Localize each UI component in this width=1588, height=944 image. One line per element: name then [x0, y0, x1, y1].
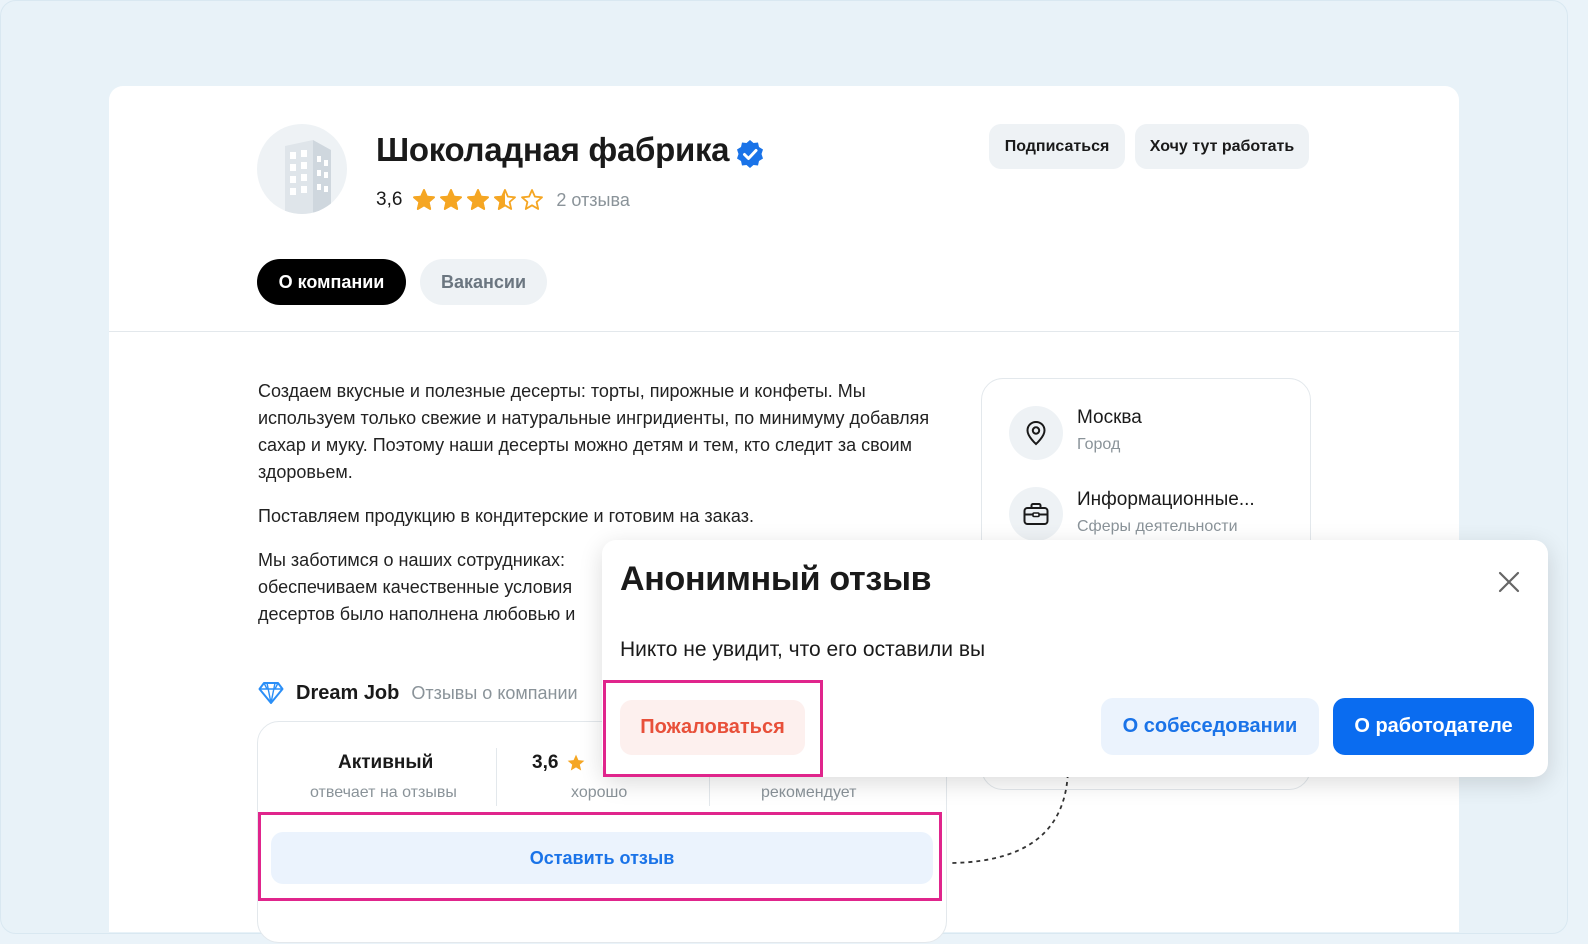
city-title: Москва	[1077, 407, 1142, 428]
about-interview-button[interactable]: О собеседовании	[1101, 698, 1319, 755]
description-paragraph: Создаем вкусные и полезные десерты: торт…	[258, 381, 930, 482]
about-employer-button[interactable]: О работодателе	[1333, 698, 1534, 755]
city-subtitle: Город	[1077, 436, 1121, 453]
star-icon	[467, 189, 490, 210]
stat-rating-value: 3,6	[532, 752, 559, 773]
location-pin-icon	[1009, 406, 1063, 460]
industry-title: Информационные...	[1077, 489, 1255, 510]
stat-rating-label: хорошо	[571, 784, 628, 801]
stat-rating: 3,6	[532, 752, 586, 774]
rating-value: 3,6	[376, 189, 403, 210]
briefcase-icon	[1009, 487, 1063, 541]
company-name: Шоколадная фабрика	[376, 131, 730, 168]
modal-title: Анонимный отзыв	[620, 560, 932, 598]
subscribe-button[interactable]: Подписаться	[989, 124, 1125, 169]
tab-about-company[interactable]: О компании	[257, 259, 406, 305]
modal-text: Никто не увидит, что его оставили вы	[620, 638, 986, 661]
industry-subtitle: Сферы деятельности	[1077, 518, 1238, 535]
want-to-work-button[interactable]: Хочу тут работать	[1135, 124, 1309, 169]
close-icon[interactable]	[1495, 568, 1523, 596]
star-icon	[568, 754, 585, 771]
star-icon	[494, 189, 517, 210]
dream-job-header: Dream Job Отзывы о компании	[258, 678, 578, 708]
verified-badge-icon	[737, 140, 763, 168]
star-icon	[521, 189, 544, 210]
reviews-count-link[interactable]: 2 отзыва	[556, 190, 629, 211]
dream-job-name: Dream Job	[296, 681, 400, 704]
stat-recommend-label: рекомендует	[761, 784, 857, 801]
company-rating-row: 3,6 2 отзыва	[376, 186, 630, 214]
building-icon	[285, 140, 331, 214]
description-paragraph: Мы заботимся о наших сотрудниках: обеспе…	[258, 550, 576, 624]
company-logo	[257, 124, 347, 214]
tab-vacancies[interactable]: Вакансии	[420, 259, 547, 305]
rating-stars	[412, 188, 544, 212]
diamond-icon	[258, 682, 284, 704]
leave-review-highlight	[258, 812, 942, 901]
stat-divider	[496, 748, 497, 806]
star-icon	[440, 189, 463, 210]
dream-job-subtitle: Отзывы о компании	[411, 682, 578, 703]
header-divider	[109, 331, 1459, 332]
stat-activity-label: отвечает на отзывы	[310, 784, 457, 801]
stat-activity: Активный	[338, 752, 434, 773]
complain-highlight	[603, 680, 823, 777]
star-icon	[413, 189, 436, 210]
description-paragraph: Поставляем продукцию в кондитерские и го…	[258, 506, 754, 526]
